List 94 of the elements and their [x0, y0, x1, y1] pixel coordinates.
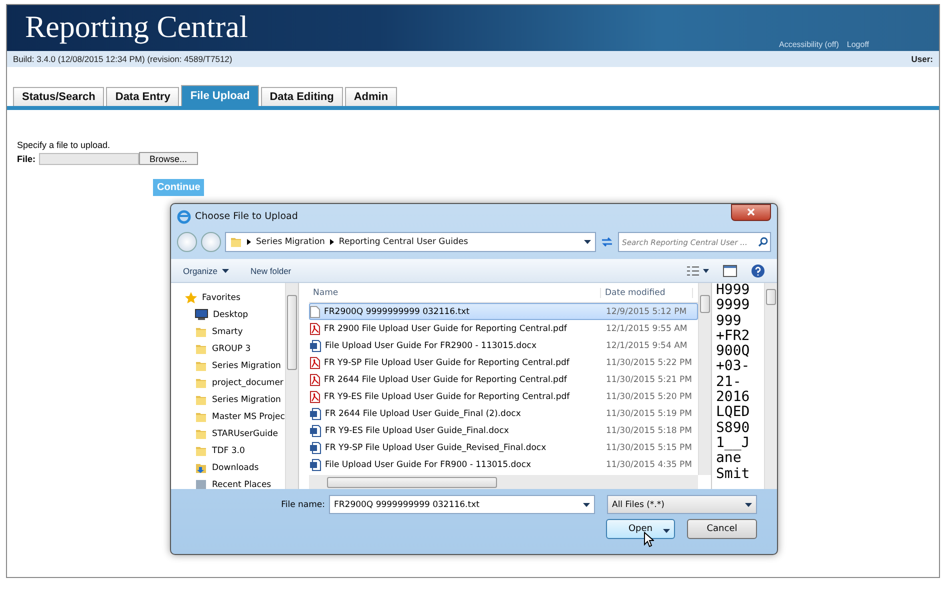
folder-icon: [195, 360, 207, 372]
nav-item[interactable]: GROUP 3: [171, 340, 285, 357]
file-row[interactable]: FR Y9-SP File Upload User Guide_Revised_Final.docx 11/30/2015 5:15 PM: [309, 439, 698, 456]
caret-icon: [745, 502, 752, 506]
open-button[interactable]: Open: [606, 519, 675, 539]
nav-item[interactable]: Downloads: [171, 459, 285, 476]
nav-item[interactable]: Series Migration: [171, 357, 285, 374]
nav-item[interactable]: Master MS Projec: [171, 408, 285, 425]
caret-icon: [583, 502, 590, 506]
pdf-file-icon: [310, 390, 320, 402]
star-icon: [185, 292, 197, 304]
caret-icon: [663, 529, 670, 533]
pdf-file-icon: [310, 356, 320, 368]
word-file-icon: [310, 424, 321, 436]
chevron-icon: [247, 239, 251, 245]
folder-icon: [195, 428, 207, 440]
monitor-icon: [195, 309, 208, 320]
tab[interactable]: Data Editing: [260, 87, 343, 106]
new-folder-button[interactable]: New folder: [250, 266, 292, 276]
browse-button[interactable]: Browse...: [138, 152, 198, 165]
file-label: File:: [17, 154, 36, 164]
nav-item[interactable]: Desktop: [171, 306, 285, 323]
refresh-icon[interactable]: [600, 235, 614, 249]
view-list-icon[interactable]: [687, 266, 709, 276]
tab[interactable]: Status/Search: [13, 87, 104, 106]
file-row[interactable]: FR2900Q 9999999999 032116.txt 12/9/2015 5:12 PM: [309, 303, 698, 320]
forward-button[interactable]: [201, 232, 221, 252]
help-icon[interactable]: [751, 264, 765, 278]
close-button[interactable]: [731, 204, 771, 221]
caret-icon: [222, 268, 228, 272]
folder-icon: [230, 236, 242, 248]
dialog-title: Choose File to Upload: [195, 211, 298, 222]
nav-item[interactable]: Favorites: [171, 289, 285, 306]
pdf-file-icon: [310, 322, 320, 334]
header-link[interactable]: Logoff: [846, 40, 869, 49]
tab[interactable]: File Upload: [181, 85, 259, 106]
file-row[interactable]: File Upload User Guide For FR900 - 113015.docx 11/30/2015 4:35 PM: [309, 456, 698, 473]
horizontal-scrollbar[interactable]: [309, 475, 698, 489]
breadcrumb-segment[interactable]: Series Migration: [256, 237, 325, 247]
caret-icon: [584, 240, 591, 244]
file-row[interactable]: File Upload User Guide For FR2900 - 113015.docx 12/1/2015 9:54 AM: [309, 337, 698, 354]
folder-icon: [195, 376, 207, 388]
scrollbar[interactable]: [698, 283, 711, 475]
nav-item[interactable]: Recent Places: [171, 476, 285, 489]
chevron-icon: [330, 239, 334, 245]
file-row[interactable]: FR 2644 File Upload User Guide for Reporting Central.pdf 11/30/2015 5:21 PM: [309, 371, 698, 388]
scrollbar[interactable]: [285, 283, 298, 489]
column-header[interactable]: Name: [309, 288, 601, 298]
back-button[interactable]: [177, 232, 197, 252]
folder-icon: [195, 410, 207, 422]
address-bar[interactable]: Series Migration Reporting Central User Guides: [225, 232, 596, 252]
tab[interactable]: Data Entry: [106, 87, 180, 106]
header-link[interactable]: Accessibility (off): [779, 40, 839, 49]
file-row[interactable]: FR 2644 File Upload User Guide_Final (2).docx 11/30/2015 5:19 PM: [309, 405, 698, 422]
nav-item[interactable]: STARUserGuide: [171, 425, 285, 442]
file-name-label: File name:: [281, 500, 325, 510]
nav-item[interactable]: project_documer: [171, 374, 285, 391]
file-path-field[interactable]: [38, 152, 139, 164]
globe-icon: [177, 210, 191, 224]
nav-item[interactable]: Smarty: [171, 323, 285, 340]
folder-icon: [195, 326, 207, 338]
folder-icon: [195, 394, 207, 406]
file-row[interactable]: FR Y9-ES File Upload User Guide for Reporting Central.pdf 11/30/2015 5:20 PM: [309, 388, 698, 405]
pdf-file-icon: [310, 374, 320, 386]
cancel-button[interactable]: Cancel: [687, 519, 757, 539]
file-row[interactable]: FR 2900 File Upload User Guide for Reporting Central.pdf 12/1/2015 9:55 AM: [309, 320, 698, 337]
file-row[interactable]: FR Y9-SP File Upload User Guide for Reporting Central.pdf 11/30/2015 5:22 PM: [309, 354, 698, 371]
word-file-icon: [310, 340, 321, 352]
upload-prompt: Specify a file to upload.: [17, 140, 112, 150]
app-title: Reporting Central: [25, 9, 248, 45]
file-name-field[interactable]: FR2900Q 9999999999 032116.txt: [329, 495, 595, 514]
tab[interactable]: Admin: [344, 87, 398, 106]
organize-button[interactable]: Organize: [183, 266, 228, 276]
text-file-icon: [310, 306, 320, 318]
file-preview: H999 9999 999 +FR2 900Q +03- 21- 2016 LQED S890 1__J ane Smit: [716, 283, 751, 484]
file-row[interactable]: FR Y9-ES File Upload User Guide_Final.docx 11/30/2015 5:18 PM: [309, 422, 698, 439]
folder-icon: [195, 342, 207, 354]
close-icon: [747, 208, 755, 216]
column-header[interactable]: Date modified: [601, 288, 693, 298]
nav-item[interactable]: Series Migration: [171, 391, 285, 408]
build-info: Build: 3.4.0 (12/08/2015 12:34 PM) (revision: 4589/T7512): [13, 54, 232, 64]
preview-pane-icon[interactable]: [723, 264, 737, 276]
search-icon: [758, 237, 768, 247]
scrollbar[interactable]: [764, 283, 777, 489]
user-label: User:: [911, 54, 933, 64]
file-type-dropdown[interactable]: All Files (*.*): [607, 495, 757, 514]
word-file-icon: [310, 458, 321, 470]
mouse-pointer-icon: [644, 532, 654, 547]
download-folder-icon: [195, 462, 207, 474]
folder-icon: [195, 444, 207, 456]
nav-item[interactable]: TDF 3.0: [171, 442, 285, 459]
breadcrumb-segment[interactable]: Reporting Central User Guides: [338, 237, 468, 247]
word-file-icon: [310, 408, 321, 420]
word-file-icon: [310, 442, 321, 454]
